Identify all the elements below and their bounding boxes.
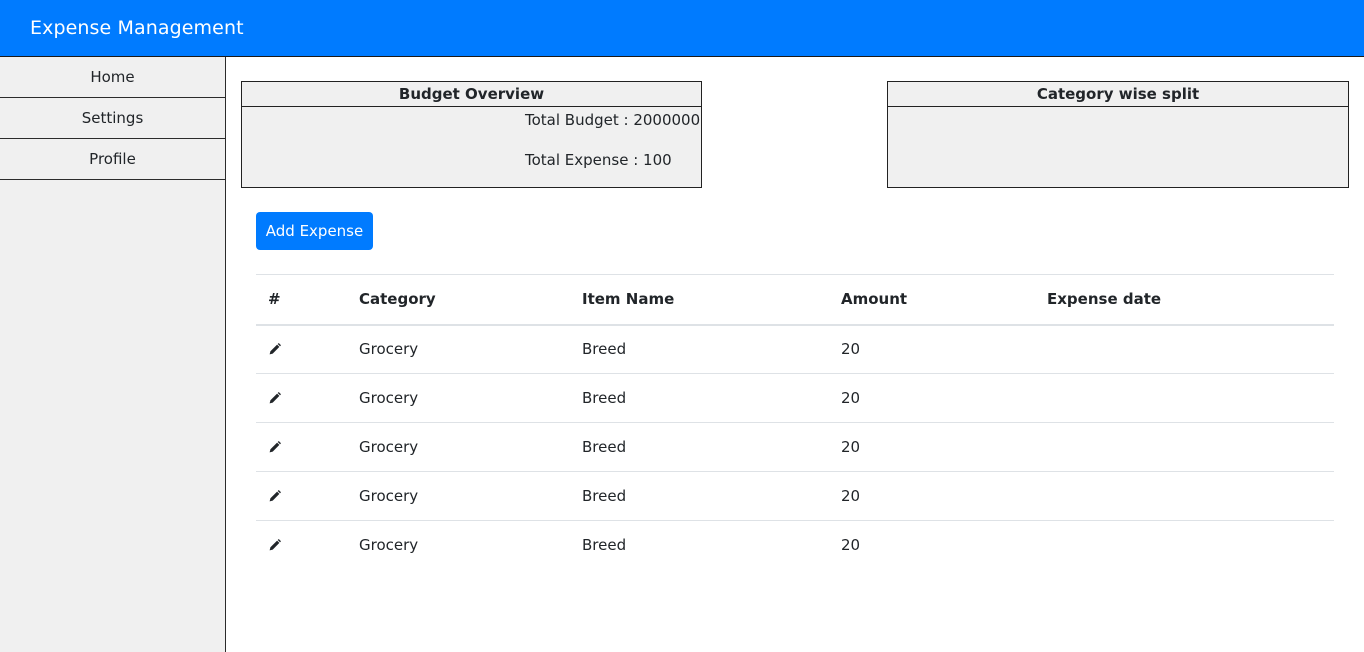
expense-date-cell	[1035, 325, 1334, 374]
header-item-name: Item Name	[570, 274, 829, 326]
category-cell: Grocery	[359, 340, 419, 359]
app-brand[interactable]: Expense Management	[30, 17, 244, 39]
pencil-icon[interactable]	[268, 539, 281, 552]
table-row: Grocery Breed 20	[256, 373, 1334, 423]
category-cell: Grocery	[347, 520, 570, 570]
amount-cell: 20	[829, 471, 1035, 521]
expense-date-cell	[1035, 471, 1334, 521]
amount-cell: 20	[829, 373, 1035, 423]
edit-cell	[256, 471, 347, 521]
header-category: Category	[347, 274, 570, 326]
item-name-cell: Breed	[570, 373, 829, 423]
item-name-cell: Breed	[570, 520, 829, 570]
pencil-icon[interactable]	[268, 490, 281, 503]
item-name-cell: Breed	[570, 471, 829, 521]
category-cell: Grocery	[347, 422, 570, 472]
category-split-title: Category wise split	[888, 82, 1348, 107]
table-header-row: # Category Item Name Amount Expense date	[256, 274, 1334, 326]
item-name-cell: Breed	[570, 422, 829, 472]
amount-cell: 20	[841, 340, 861, 359]
table-row: Grocery Breed 20	[256, 422, 1334, 472]
total-budget-text: Total Budget : 2000000	[525, 111, 701, 129]
edit-cell	[256, 373, 347, 423]
expense-date-cell	[1035, 373, 1334, 423]
item-name-cell: Breed	[582, 340, 627, 359]
category-cell: Grocery	[347, 373, 570, 423]
sidebar-item-profile[interactable]: Profile	[0, 139, 225, 180]
pencil-icon[interactable]	[268, 343, 281, 356]
sidebar: Home Settings Profile	[0, 57, 226, 652]
category-split-card: Category wise split	[887, 81, 1349, 188]
edit-cell	[256, 325, 347, 374]
expense-table: # Category Item Name Amount Expense date…	[256, 274, 1334, 570]
pencil-icon[interactable]	[268, 441, 281, 454]
category-cell: Grocery	[347, 471, 570, 521]
header-expense-date: Expense date	[1035, 274, 1334, 326]
expense-date-cell	[1035, 520, 1334, 570]
sidebar-item-home[interactable]: Home	[0, 57, 225, 98]
add-expense-button[interactable]: Add Expense	[256, 212, 373, 250]
edit-cell	[256, 422, 347, 472]
amount-cell: 20	[829, 520, 1035, 570]
edit-cell	[256, 520, 347, 570]
pencil-icon[interactable]	[268, 392, 281, 405]
table-row: Grocery Breed 20	[256, 471, 1334, 521]
header-index: #	[256, 274, 347, 326]
budget-overview-card: Budget Overview Total Budget : 2000000 T…	[241, 81, 702, 188]
table-row: Grocery Breed 20	[256, 520, 1334, 570]
expense-date-cell	[1035, 422, 1334, 472]
header-amount: Amount	[829, 274, 1035, 326]
amount-cell: 20	[829, 422, 1035, 472]
top-navbar: Expense Management	[0, 0, 1364, 57]
budget-overview-title: Budget Overview	[242, 82, 701, 107]
expense-table-wrapper: # Category Item Name Amount Expense date…	[256, 274, 1334, 570]
sidebar-item-settings[interactable]: Settings	[0, 98, 225, 139]
table-row: Grocery Breed 20	[256, 325, 1334, 374]
total-expense-text: Total Expense : 100	[525, 151, 672, 169]
